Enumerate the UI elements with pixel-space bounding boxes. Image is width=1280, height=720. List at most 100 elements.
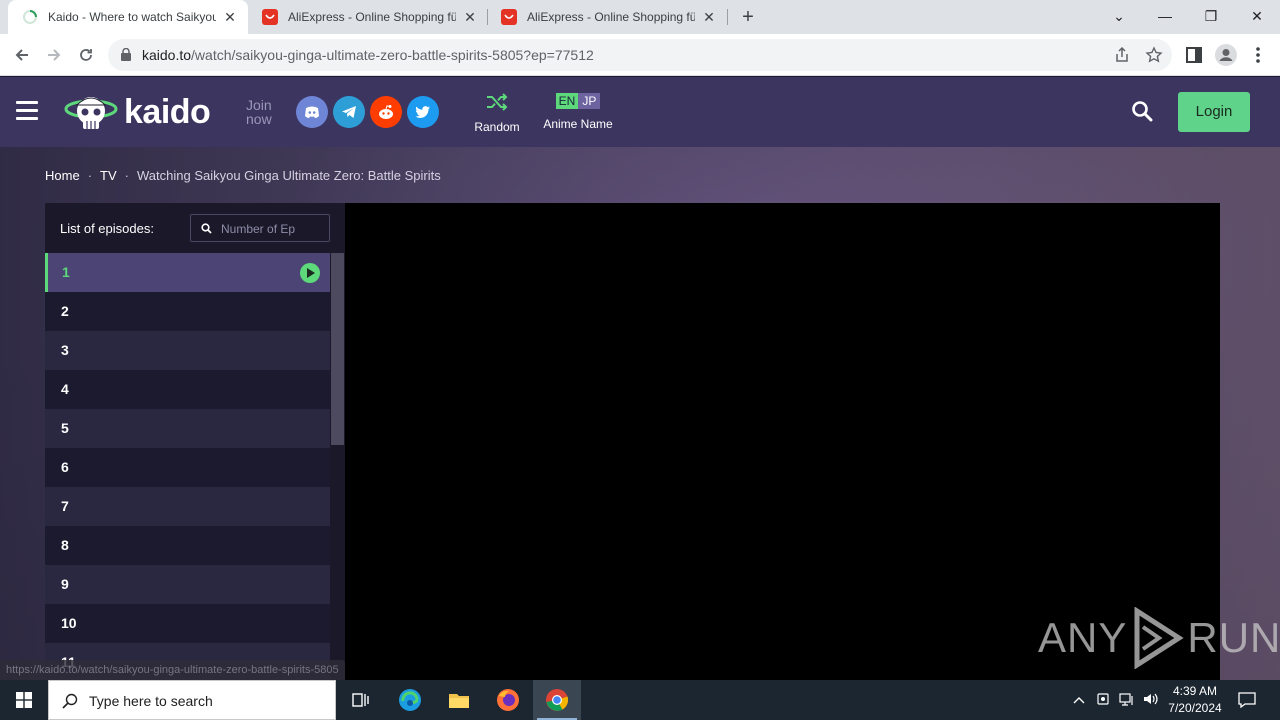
taskbar-firefox[interactable] bbox=[484, 680, 532, 720]
task-view-button[interactable] bbox=[336, 680, 384, 720]
windows-taskbar: Type here to search 4:39 AM 7/20/2024 bbox=[0, 680, 1280, 720]
join-now-label: Join now bbox=[246, 98, 272, 126]
join-line-1: Join bbox=[246, 97, 272, 113]
volume-tray-icon[interactable] bbox=[1143, 692, 1159, 708]
browser-toolbar: kaido.to/watch/saikyou-ginga-ultimate-ze… bbox=[0, 34, 1280, 76]
episode-item-2[interactable]: 2 bbox=[45, 292, 330, 331]
network-icon bbox=[1119, 693, 1133, 706]
breadcrumb: Home · TV · Watching Saikyou Ginga Ultimate … bbox=[45, 168, 441, 183]
more-menu-icon[interactable] bbox=[1246, 43, 1270, 67]
breadcrumb-type[interactable]: TV bbox=[100, 168, 117, 183]
edge-browser-icon bbox=[399, 689, 421, 711]
bookmark-star-icon[interactable] bbox=[1145, 46, 1163, 64]
random-button[interactable]: Random bbox=[472, 93, 522, 134]
search-icon bbox=[62, 693, 78, 709]
episode-item-9[interactable]: 9 bbox=[45, 565, 330, 604]
search-icon[interactable] bbox=[1131, 100, 1153, 122]
network-tray-icon[interactable] bbox=[1119, 692, 1135, 708]
chevron-up-icon bbox=[1073, 697, 1085, 704]
anime-name-label: Anime Name bbox=[543, 117, 613, 131]
episode-number: 6 bbox=[61, 459, 69, 475]
browser-tab-bar: Kaido - Where to watch Saikyou ✕ AliExpr… bbox=[0, 0, 1280, 34]
side-panel-icon[interactable] bbox=[1182, 43, 1206, 67]
url-path: /watch/saikyou-ginga-ultimate-zero-battl… bbox=[191, 47, 594, 63]
security-tray-icon[interactable] bbox=[1095, 692, 1111, 708]
taskbar-file-explorer[interactable] bbox=[435, 680, 483, 720]
join-line-2: now bbox=[246, 111, 272, 127]
close-tab-icon[interactable]: ✕ bbox=[701, 9, 717, 25]
speaker-icon bbox=[1144, 693, 1158, 705]
episode-list-scrollbar[interactable] bbox=[330, 253, 345, 680]
reload-icon bbox=[80, 49, 92, 61]
episode-number: 8 bbox=[61, 537, 69, 553]
taskbar-clock[interactable]: 4:39 AM 7/20/2024 bbox=[1160, 683, 1230, 717]
episode-item-10[interactable]: 10 bbox=[45, 604, 330, 643]
discord-button[interactable] bbox=[296, 96, 328, 128]
episode-number: 10 bbox=[61, 615, 77, 631]
episode-search-box[interactable] bbox=[190, 214, 330, 242]
tab-kaido[interactable]: Kaido - Where to watch Saikyou ✕ bbox=[8, 0, 248, 34]
url-host: kaido.to bbox=[142, 47, 192, 63]
watermark-left-text: ANY bbox=[1038, 614, 1128, 661]
address-bar[interactable]: kaido.to/watch/saikyou-ginga-ultimate-ze… bbox=[108, 39, 1172, 71]
tab-search-button[interactable]: ⌄ bbox=[1096, 0, 1142, 34]
forward-button[interactable] bbox=[42, 43, 66, 67]
episode-item-6[interactable]: 6 bbox=[45, 448, 330, 487]
task-view-icon bbox=[352, 693, 369, 707]
lang-en-option[interactable]: EN bbox=[555, 93, 579, 109]
tab-aliexpress-1[interactable]: AliExpress - Online Shopping für ✕ bbox=[248, 0, 488, 34]
site-logo[interactable]: kaido bbox=[64, 91, 224, 133]
telegram-icon bbox=[342, 106, 356, 118]
reload-button[interactable] bbox=[74, 43, 98, 67]
episode-item-5[interactable]: 5 bbox=[45, 409, 330, 448]
taskbar-search-placeholder: Type here to search bbox=[89, 693, 213, 709]
hamburger-menu-icon[interactable] bbox=[16, 101, 38, 120]
login-button[interactable]: Login bbox=[1178, 92, 1250, 132]
notification-center-icon[interactable] bbox=[1238, 692, 1256, 708]
tab-aliexpress-2[interactable]: AliExpress - Online Shopping für ✕ bbox=[487, 0, 727, 34]
episode-item-8[interactable]: 8 bbox=[45, 526, 330, 565]
minimize-button[interactable]: — bbox=[1142, 0, 1188, 34]
tab-title: Kaido - Where to watch Saikyou bbox=[48, 10, 216, 24]
breadcrumb-separator: · bbox=[87, 168, 93, 183]
episode-number-input[interactable] bbox=[221, 220, 325, 238]
play-icon bbox=[300, 263, 320, 283]
scrollbar-thumb[interactable] bbox=[331, 253, 344, 445]
close-window-button[interactable]: ✕ bbox=[1234, 0, 1280, 34]
episode-list-title: List of episodes: bbox=[60, 221, 154, 236]
new-tab-button[interactable]: + bbox=[736, 5, 760, 29]
show-hidden-icons-chevron-icon[interactable] bbox=[1071, 692, 1087, 708]
site-header: kaido Join now Random EN JP Anime Name L… bbox=[0, 77, 1280, 147]
episode-item-7[interactable]: 7 bbox=[45, 487, 330, 526]
taskbar-chrome[interactable] bbox=[533, 680, 581, 720]
anime-name-language-toggle[interactable]: EN JP Anime Name bbox=[538, 93, 618, 131]
url-text: kaido.to/watch/saikyou-ginga-ultimate-ze… bbox=[142, 47, 594, 63]
start-button[interactable] bbox=[0, 680, 48, 720]
close-tab-icon[interactable]: ✕ bbox=[222, 9, 238, 25]
episode-list-header: List of episodes: bbox=[45, 203, 345, 253]
close-tab-icon[interactable]: ✕ bbox=[462, 9, 478, 25]
episode-item-1[interactable]: 1 bbox=[45, 253, 330, 292]
watermark-right-text: RUN bbox=[1187, 614, 1280, 661]
taskbar-search-box[interactable]: Type here to search bbox=[48, 680, 336, 720]
back-button[interactable] bbox=[10, 43, 34, 67]
twitter-button[interactable] bbox=[407, 96, 439, 128]
episode-item-3[interactable]: 3 bbox=[45, 331, 330, 370]
restore-button[interactable]: ❐ bbox=[1188, 0, 1234, 34]
reddit-button[interactable] bbox=[370, 96, 402, 128]
episode-item-4[interactable]: 4 bbox=[45, 370, 330, 409]
profile-avatar-icon[interactable] bbox=[1214, 43, 1238, 67]
aliexpress-icon bbox=[262, 9, 278, 25]
taskbar-edge[interactable] bbox=[386, 680, 434, 720]
discord-icon bbox=[305, 106, 319, 118]
play-triangle-logo-icon bbox=[1134, 607, 1184, 669]
episode-number: 4 bbox=[61, 381, 69, 397]
tab-title: AliExpress - Online Shopping für bbox=[527, 10, 695, 24]
telegram-button[interactable] bbox=[333, 96, 365, 128]
tab-separator bbox=[727, 9, 728, 25]
language-switch[interactable]: EN JP bbox=[555, 93, 601, 109]
share-icon[interactable] bbox=[1113, 46, 1131, 64]
reddit-icon bbox=[379, 105, 393, 119]
breadcrumb-home[interactable]: Home bbox=[45, 168, 80, 183]
lang-jp-option[interactable]: JP bbox=[578, 93, 601, 109]
